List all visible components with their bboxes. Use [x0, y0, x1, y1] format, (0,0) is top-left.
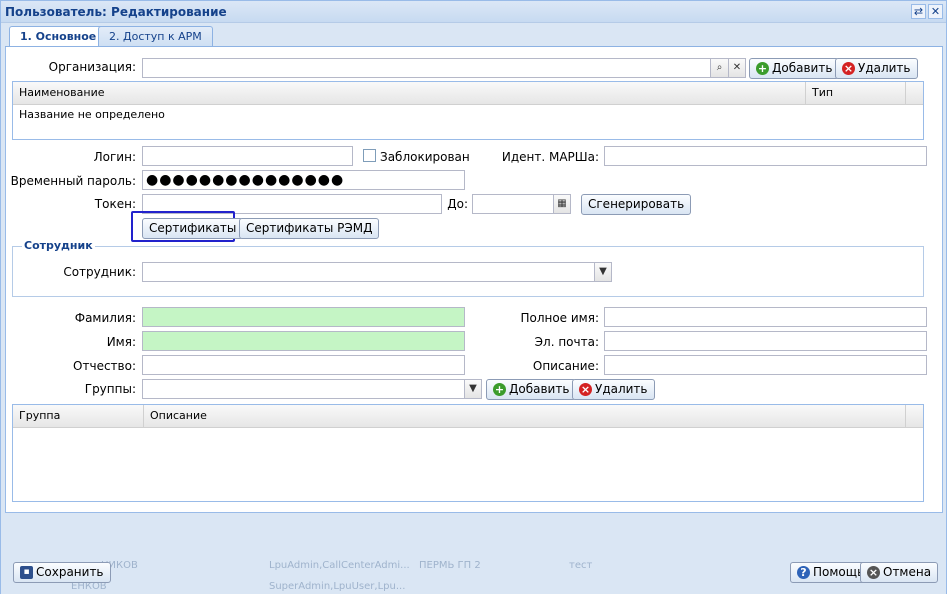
- employee-label: Сотрудник:: [63, 265, 136, 279]
- mis-label: Идент. МАРШа:: [501, 150, 599, 164]
- org-add-label: Добавить: [772, 61, 833, 75]
- cancel-icon: ×: [867, 566, 880, 579]
- help-button[interactable]: ? Помощь: [790, 562, 872, 583]
- group-delete-button[interactable]: × Удалить: [572, 379, 655, 400]
- name-label: Имя:: [106, 335, 136, 349]
- group-delete-label: Удалить: [595, 382, 648, 396]
- org-row-name: Название не определено: [19, 108, 165, 121]
- table-row[interactable]: Название не определено: [13, 108, 913, 126]
- delete-icon: ×: [842, 62, 855, 75]
- chevron-down-icon[interactable]: ▼: [464, 380, 481, 398]
- temp-password-label: Временный пароль:: [10, 174, 136, 188]
- org-col-name[interactable]: Наименование: [13, 82, 806, 105]
- groups-col-group[interactable]: Группа: [13, 405, 144, 428]
- window-titlebar: Пользователь: Редактирование ⇄ ✕: [1, 1, 946, 23]
- main-tab-panel: Организация: ⌕ ✕ + Добавить × Удалить На…: [5, 47, 943, 513]
- groups-select[interactable]: ▼: [142, 379, 482, 399]
- login-label: Логин:: [93, 150, 136, 164]
- org-add-button[interactable]: + Добавить: [749, 58, 840, 79]
- name-input[interactable]: [142, 331, 465, 351]
- calendar-icon[interactable]: ▦: [553, 195, 570, 213]
- window-title: Пользователь: Редактирование: [5, 5, 227, 19]
- groups-grid-header: Группа Описание: [13, 405, 923, 428]
- patronymic-label: Отчество:: [73, 359, 136, 373]
- group-add-label: Добавить: [509, 382, 570, 396]
- surname-label: Фамилия:: [74, 311, 136, 325]
- fullname-input[interactable]: [604, 307, 927, 327]
- groups-grid: Группа Описание: [12, 404, 924, 502]
- fullname-label: Полное имя:: [520, 311, 599, 325]
- generate-label: Сгенерировать: [588, 197, 685, 211]
- add-icon: +: [493, 383, 506, 396]
- org-grid-header: Наименование Тип: [13, 82, 923, 105]
- description-input[interactable]: [604, 355, 927, 375]
- generate-button[interactable]: Сгенерировать: [581, 194, 692, 215]
- background-row-text: SuperAdmin,LpuUser,Lpu...: [269, 581, 406, 592]
- cancel-label: Отмена: [883, 565, 932, 579]
- email-input[interactable]: [604, 331, 927, 351]
- org-delete-button[interactable]: × Удалить: [835, 58, 918, 79]
- blocked-label: Заблокирован: [380, 150, 470, 164]
- group-add-button[interactable]: + Добавить: [486, 379, 577, 400]
- save-button[interactable]: ▪ Сохранить: [13, 562, 111, 583]
- groups-label: Группы:: [84, 382, 136, 396]
- clear-icon[interactable]: ✕: [728, 59, 745, 77]
- email-label: Эл. почта:: [534, 335, 599, 349]
- background-row-text: тест: [569, 560, 593, 571]
- org-delete-label: Удалить: [858, 61, 911, 75]
- cancel-button[interactable]: × Отмена: [860, 562, 939, 583]
- surname-input[interactable]: [142, 307, 465, 327]
- remd-certificates-button[interactable]: Сертификаты РЭМД: [239, 218, 380, 239]
- token-label: Токен:: [94, 197, 136, 211]
- save-label: Сохранить: [36, 565, 104, 579]
- search-icon[interactable]: ⌕: [710, 59, 728, 77]
- org-col-type[interactable]: Тип: [806, 82, 906, 105]
- chevron-down-icon[interactable]: ▼: [594, 263, 611, 281]
- org-input[interactable]: ⌕ ✕: [142, 58, 746, 78]
- mis-input[interactable]: [604, 146, 927, 166]
- description-label: Описание:: [532, 359, 599, 373]
- login-input[interactable]: [142, 146, 353, 166]
- edit-user-window: Пользователь: Редактирование ⇄ ✕ 1. Осно…: [0, 0, 947, 594]
- temp-password-input[interactable]: ●●●●●●●●●●●●●●●: [142, 170, 465, 190]
- employee-legend: Сотрудник: [22, 239, 95, 252]
- patronymic-input[interactable]: [142, 355, 465, 375]
- org-label: Организация:: [48, 60, 136, 74]
- refresh-icon[interactable]: ⇄: [911, 4, 926, 19]
- certificates-label: Сертификаты: [149, 221, 237, 235]
- help-icon: ?: [797, 566, 810, 579]
- groups-col-description[interactable]: Описание: [144, 405, 906, 428]
- delete-icon: ×: [579, 383, 592, 396]
- floppy-disk-icon: ▪: [20, 566, 33, 579]
- org-grid: Наименование Тип Название не определено: [12, 81, 924, 140]
- blocked-checkbox[interactable]: [363, 149, 376, 162]
- token-to-date-input[interactable]: ▦: [472, 194, 571, 214]
- remd-certificates-label: Сертификаты РЭМД: [246, 221, 373, 235]
- token-to-label: До:: [447, 197, 468, 211]
- tab-main[interactable]: 1. Основное: [9, 26, 108, 48]
- employee-select[interactable]: ▼: [142, 262, 612, 282]
- add-icon: +: [756, 62, 769, 75]
- background-row-text: ПЕРМЬ ГП 2: [419, 560, 481, 571]
- window-footer: НИКОВ LpuAdmin,CallCenterAdmi... ПЕРМЬ Г…: [1, 513, 946, 594]
- background-row-text: LpuAdmin,CallCenterAdmi...: [269, 560, 410, 571]
- tab-arm-access[interactable]: 2. Доступ к АРМ: [98, 26, 213, 47]
- help-label: Помощь: [813, 565, 865, 579]
- close-icon[interactable]: ✕: [928, 4, 943, 19]
- certificates-button[interactable]: Сертификаты: [142, 218, 244, 239]
